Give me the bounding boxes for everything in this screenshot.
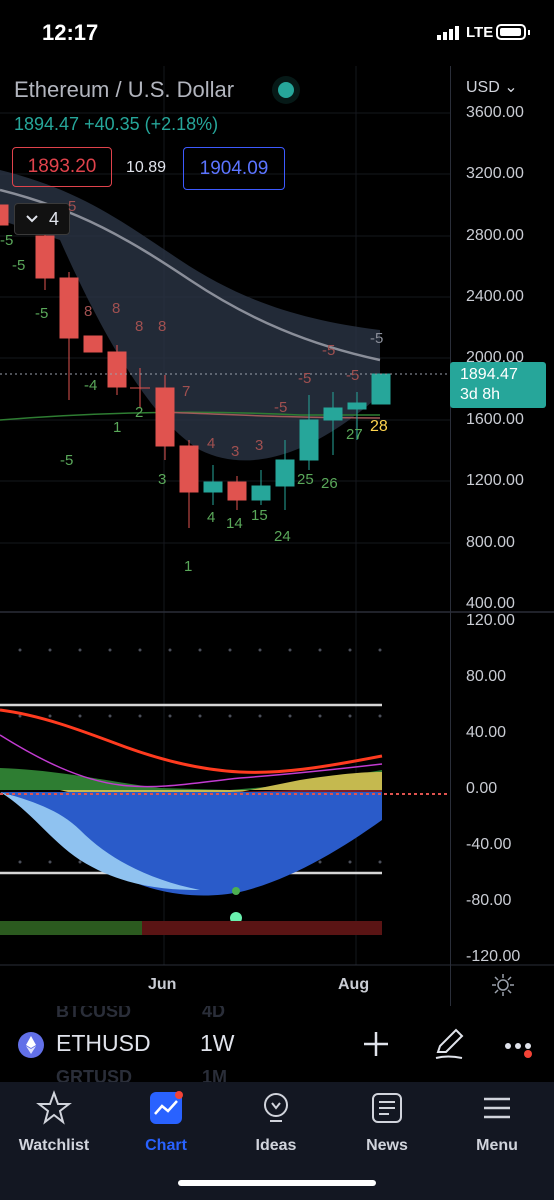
price-axis-label: 1600.00 — [466, 411, 524, 428]
price-axis-label: 3200.00 — [466, 165, 524, 182]
indicator-count: 4 — [48, 208, 59, 229]
price-change: 1894.47 +40.35 (+2.18%) — [14, 114, 219, 134]
annotation: -5 — [0, 232, 14, 249]
status-bar: 12:17 LTE — [0, 0, 554, 66]
annotation: 8 — [112, 300, 121, 317]
chevron-down-icon: ⌄ — [504, 79, 518, 96]
hamburger-icon — [484, 1097, 510, 1119]
market-open-indicator — [278, 82, 294, 98]
annotation: 2 — [135, 404, 144, 421]
ghost-interval: 1M — [202, 1067, 228, 1082]
annotation: 28 — [370, 418, 388, 435]
indicators-toggle[interactable]: 4 — [14, 203, 70, 235]
annotation: 8 — [135, 318, 144, 335]
status-time: 12:17 — [42, 20, 99, 45]
annotation: 7 — [182, 383, 191, 400]
spread-value: 10.89 — [126, 159, 167, 176]
newspaper-icon — [372, 1093, 402, 1123]
current-price-badge: 1894.47 3d 8h — [450, 362, 546, 408]
price-axis-label: 1200.00 — [466, 472, 524, 489]
settings-sun-icon[interactable] — [492, 974, 514, 996]
more-options-icon[interactable] — [504, 1036, 534, 1060]
annotation: 26 — [321, 475, 338, 492]
annotation: 8 — [158, 318, 167, 335]
time-axis-label: Aug — [338, 976, 370, 993]
osc-axis-label: -80.00 — [466, 892, 512, 909]
price-axis-label: 2800.00 — [466, 227, 524, 244]
ethereum-icon — [18, 1032, 44, 1058]
tab-watchlist[interactable]: Watchlist — [4, 1090, 104, 1155]
osc-axis-label: 40.00 — [466, 724, 507, 741]
annotation: -5 — [60, 452, 74, 469]
tab-chart[interactable]: Chart — [116, 1090, 216, 1155]
symbol-title: Ethereum / U.S. Dollar — [14, 77, 235, 102]
osc-axis-label: 120.00 — [466, 612, 515, 629]
annotation: 3 — [158, 471, 167, 488]
annotation: -5 — [370, 330, 384, 347]
annotation: -4 — [84, 377, 98, 394]
annotation: 4 — [207, 509, 216, 526]
price-axis-label: 400.00 — [466, 595, 515, 612]
ghost-interval: 4D — [202, 1006, 226, 1021]
ghost-symbol: BTCUSD — [56, 1006, 131, 1021]
buy-button[interactable]: 1904.09 — [183, 147, 285, 190]
annotation: 5 — [68, 198, 77, 215]
time-axis-label: Jun — [148, 976, 177, 993]
symbol-selector[interactable]: ETHUSD — [56, 1030, 151, 1057]
annotation: -5 — [322, 342, 336, 359]
annotation: 25 — [297, 471, 314, 488]
interval-selector[interactable]: 1W — [200, 1030, 235, 1057]
annotation: 15 — [251, 507, 268, 524]
star-icon — [36, 1090, 72, 1125]
price-axis-label: 2400.00 — [466, 288, 524, 305]
sell-button[interactable]: 1893.20 — [12, 147, 112, 187]
annotation: -5 — [298, 370, 312, 387]
osc-axis-label: -40.00 — [466, 836, 512, 853]
tab-ideas[interactable]: Ideas — [226, 1090, 326, 1155]
chart-icon — [150, 1091, 183, 1124]
annotation: 4 — [207, 435, 216, 452]
battery-icon — [496, 24, 526, 40]
network-label: LTE — [466, 24, 494, 41]
annotation: 3 — [231, 443, 240, 460]
ghost-symbol: GRTUSD — [56, 1067, 132, 1082]
annotation: -5 — [346, 367, 360, 384]
annotation: 3 — [255, 437, 264, 454]
osc-axis-label: 80.00 — [466, 668, 507, 685]
currency-selector[interactable]: USD ⌄ — [466, 77, 518, 97]
price-axis-label: 3600.00 — [466, 104, 524, 121]
annotation: 1 — [184, 558, 193, 575]
lightbulb-icon — [264, 1093, 288, 1122]
add-plus-icon[interactable] — [362, 1030, 390, 1058]
chevron-down-icon — [26, 215, 38, 223]
annotation: -5 — [274, 399, 288, 416]
annotation: 1 — [113, 419, 122, 436]
price-axis-label: 800.00 — [466, 534, 515, 551]
osc-axis-label: -120.00 — [466, 948, 521, 965]
tab-menu[interactable]: Menu — [447, 1090, 547, 1155]
drawing-pen-icon[interactable] — [432, 1026, 466, 1060]
annotation: 8 — [84, 303, 93, 320]
tab-news[interactable]: News — [337, 1090, 437, 1155]
osc-axis-label: 0.00 — [466, 780, 498, 797]
signal-icon — [437, 26, 459, 40]
annotation: -5 — [35, 305, 49, 322]
annotation: 27 — [346, 426, 363, 443]
annotation: -5 — [12, 257, 26, 274]
annotation: 24 — [274, 528, 291, 545]
annotation: 14 — [226, 515, 243, 532]
home-indicator[interactable] — [178, 1180, 376, 1186]
